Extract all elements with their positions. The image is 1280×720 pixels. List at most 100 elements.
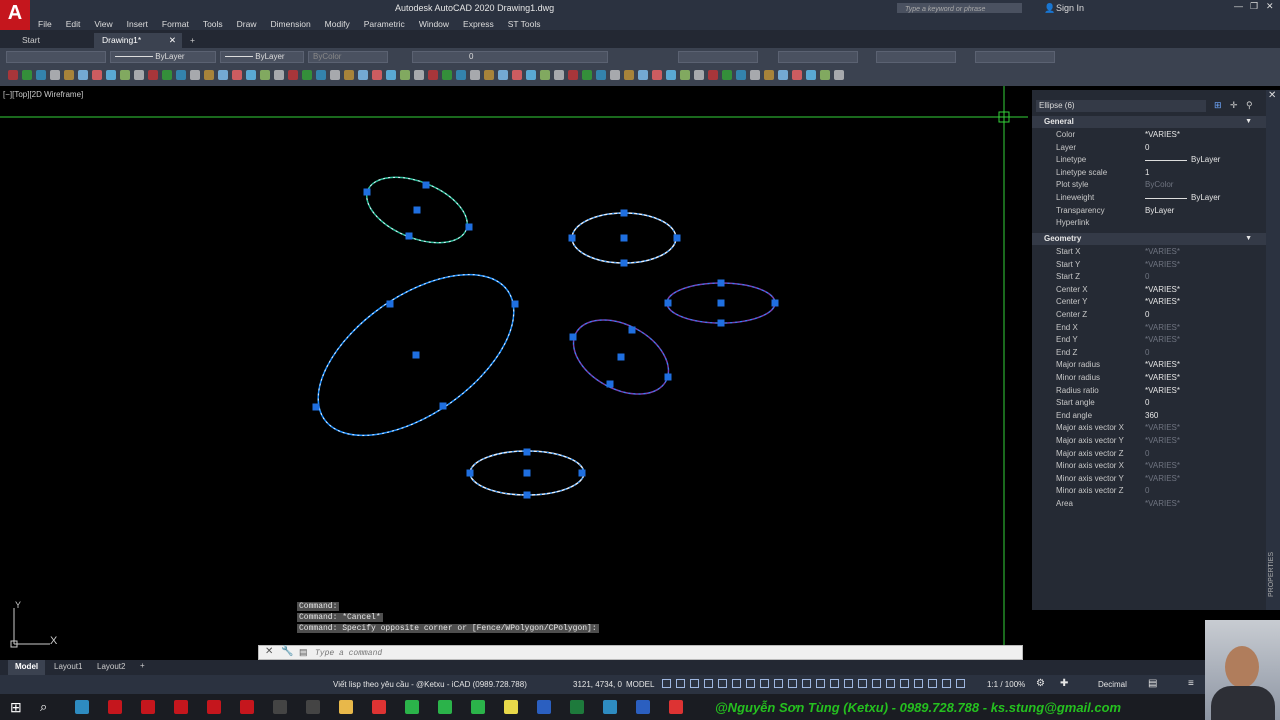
grip-point[interactable] bbox=[717, 319, 725, 327]
gear-icon[interactable]: ⚙ bbox=[1036, 678, 1045, 689]
grip-point[interactable] bbox=[466, 469, 474, 477]
taskbar-app-icon[interactable] bbox=[174, 700, 188, 714]
taskbar-app-icon[interactable] bbox=[207, 700, 221, 714]
toolbar-tool-icon[interactable] bbox=[750, 70, 760, 80]
quick-select-icon[interactable]: ⚲ bbox=[1246, 100, 1253, 111]
status-toggle-icon[interactable] bbox=[872, 679, 881, 688]
grip-point[interactable] bbox=[620, 209, 628, 217]
grip-point[interactable] bbox=[523, 469, 531, 477]
status-toggle-icon[interactable] bbox=[900, 679, 909, 688]
tablestyle-dropdown[interactable] bbox=[876, 51, 956, 63]
grip-point[interactable] bbox=[523, 491, 531, 499]
annotation-scale[interactable]: 1:1 / 100% bbox=[987, 680, 1025, 689]
collapse-geometry-icon[interactable]: ▼ bbox=[1245, 233, 1252, 245]
taskbar-app-icon[interactable] bbox=[405, 700, 419, 714]
grip-point[interactable] bbox=[568, 234, 576, 242]
toolbar-tool-icon[interactable] bbox=[736, 70, 746, 80]
taskbar-app-icon[interactable] bbox=[636, 700, 650, 714]
prop-row-center-x[interactable]: Center X *VARIES* bbox=[1032, 284, 1266, 297]
menu-item-modify[interactable]: Modify bbox=[325, 19, 350, 29]
grip-point[interactable] bbox=[617, 353, 625, 361]
grip-point[interactable] bbox=[717, 299, 725, 307]
grip-point[interactable] bbox=[569, 333, 577, 341]
toolbar-tool-icon[interactable] bbox=[176, 70, 186, 80]
plotstyle-dropdown[interactable]: ByColor bbox=[308, 51, 388, 63]
menu-item-file[interactable]: File bbox=[38, 19, 52, 29]
toolbar-tool-icon[interactable] bbox=[92, 70, 102, 80]
toolbar-tool-icon[interactable] bbox=[64, 70, 74, 80]
toolbar-tool-icon[interactable] bbox=[792, 70, 802, 80]
command-line[interactable]: ✕ 🔧 ▤ bbox=[258, 645, 1023, 660]
menu-item-parametric[interactable]: Parametric bbox=[364, 19, 405, 29]
grip-point[interactable] bbox=[620, 259, 628, 267]
toolbar-tool-icon[interactable] bbox=[148, 70, 158, 80]
prop-row-plot-style[interactable]: Plot style ByColor bbox=[1032, 179, 1266, 192]
toolbar-tool-icon[interactable] bbox=[134, 70, 144, 80]
toolbar-tool-icon[interactable] bbox=[316, 70, 326, 80]
prop-row-major-radius[interactable]: Major radius *VARIES* bbox=[1032, 359, 1266, 372]
prop-row-center-y[interactable]: Center Y *VARIES* bbox=[1032, 296, 1266, 309]
status-toggle-icon[interactable] bbox=[858, 679, 867, 688]
toolbar-tool-icon[interactable] bbox=[428, 70, 438, 80]
toolbar-tool-icon[interactable] bbox=[204, 70, 214, 80]
toolbar-tool-icon[interactable] bbox=[218, 70, 228, 80]
grip-point[interactable] bbox=[771, 299, 779, 307]
taskbar-app-icon[interactable] bbox=[570, 700, 584, 714]
prop-row-start-y[interactable]: Start Y *VARIES* bbox=[1032, 259, 1266, 272]
toolbar-tool-icon[interactable] bbox=[344, 70, 354, 80]
toolbar-tool-icon[interactable] bbox=[8, 70, 18, 80]
section-geometry[interactable]: Geometry ▼ bbox=[1032, 233, 1266, 245]
tab-model[interactable]: Model bbox=[8, 660, 46, 675]
grip-point[interactable] bbox=[628, 326, 636, 334]
toolbar-tool-icon[interactable] bbox=[624, 70, 634, 80]
prop-row-area[interactable]: Area *VARIES* bbox=[1032, 498, 1266, 511]
grip-point[interactable] bbox=[578, 469, 586, 477]
grip-point[interactable] bbox=[673, 234, 681, 242]
taskbar-app-icon[interactable] bbox=[306, 700, 320, 714]
toolbar-tool-icon[interactable] bbox=[540, 70, 550, 80]
grip-point[interactable] bbox=[664, 299, 672, 307]
toolbar-tool-icon[interactable] bbox=[806, 70, 816, 80]
toolbar-tool-icon[interactable] bbox=[764, 70, 774, 80]
linetype-dropdown[interactable]: ByLayer bbox=[110, 51, 216, 63]
status-toggle-icon[interactable] bbox=[830, 679, 839, 688]
toolbar-tool-icon[interactable] bbox=[722, 70, 732, 80]
toolbar-tool-icon[interactable] bbox=[50, 70, 60, 80]
new-tab-button[interactable]: + bbox=[182, 33, 203, 48]
menu-item-window[interactable]: Window bbox=[419, 19, 449, 29]
tab-layout2[interactable]: Layout2 bbox=[97, 662, 125, 671]
grip-point[interactable] bbox=[511, 300, 519, 308]
taskbar-app-icon[interactable] bbox=[537, 700, 551, 714]
properties-icon[interactable]: ▤ bbox=[1148, 678, 1157, 689]
status-toggle-icon[interactable] bbox=[718, 679, 727, 688]
toolbar-tool-icon[interactable] bbox=[638, 70, 648, 80]
recent-commands-icon[interactable]: ▤ bbox=[299, 647, 308, 658]
toolbar-tool-icon[interactable] bbox=[22, 70, 32, 80]
minimize-button[interactable]: — bbox=[1234, 1, 1243, 11]
prop-row-linetype[interactable]: Linetype ByLayer bbox=[1032, 154, 1266, 167]
toolbar-tool-icon[interactable] bbox=[78, 70, 88, 80]
status-toggle-icon[interactable] bbox=[914, 679, 923, 688]
command-input[interactable] bbox=[315, 647, 915, 659]
selection-dropdown[interactable]: Ellipse (6) bbox=[1036, 100, 1206, 112]
status-toggle-icon[interactable] bbox=[886, 679, 895, 688]
toolbar-tool-icon[interactable] bbox=[596, 70, 606, 80]
toolbar-tool-icon[interactable] bbox=[302, 70, 312, 80]
toolbar-tool-icon[interactable] bbox=[834, 70, 844, 80]
add-layout-button[interactable]: + bbox=[140, 661, 145, 670]
grip-point[interactable] bbox=[620, 234, 628, 242]
toolbar-tool-icon[interactable] bbox=[456, 70, 466, 80]
color-dropdown[interactable] bbox=[6, 51, 106, 63]
taskbar-app-icon[interactable] bbox=[339, 700, 353, 714]
toolbar-tool-icon[interactable] bbox=[358, 70, 368, 80]
customize-cmd-icon[interactable]: 🔧 bbox=[281, 646, 293, 657]
status-toggle-icon[interactable] bbox=[942, 679, 951, 688]
prop-row-layer[interactable]: Layer 0 bbox=[1032, 142, 1266, 155]
mleaderstyle-dropdown[interactable] bbox=[975, 51, 1055, 63]
plus-icon[interactable]: ✚ bbox=[1060, 678, 1068, 689]
status-toggle-icon[interactable] bbox=[676, 679, 685, 688]
taskbar-app-icon[interactable] bbox=[108, 700, 122, 714]
prop-row-start-z[interactable]: Start Z 0 bbox=[1032, 271, 1266, 284]
taskbar-app-icon[interactable] bbox=[273, 700, 287, 714]
menu-item-draw[interactable]: Draw bbox=[237, 19, 257, 29]
